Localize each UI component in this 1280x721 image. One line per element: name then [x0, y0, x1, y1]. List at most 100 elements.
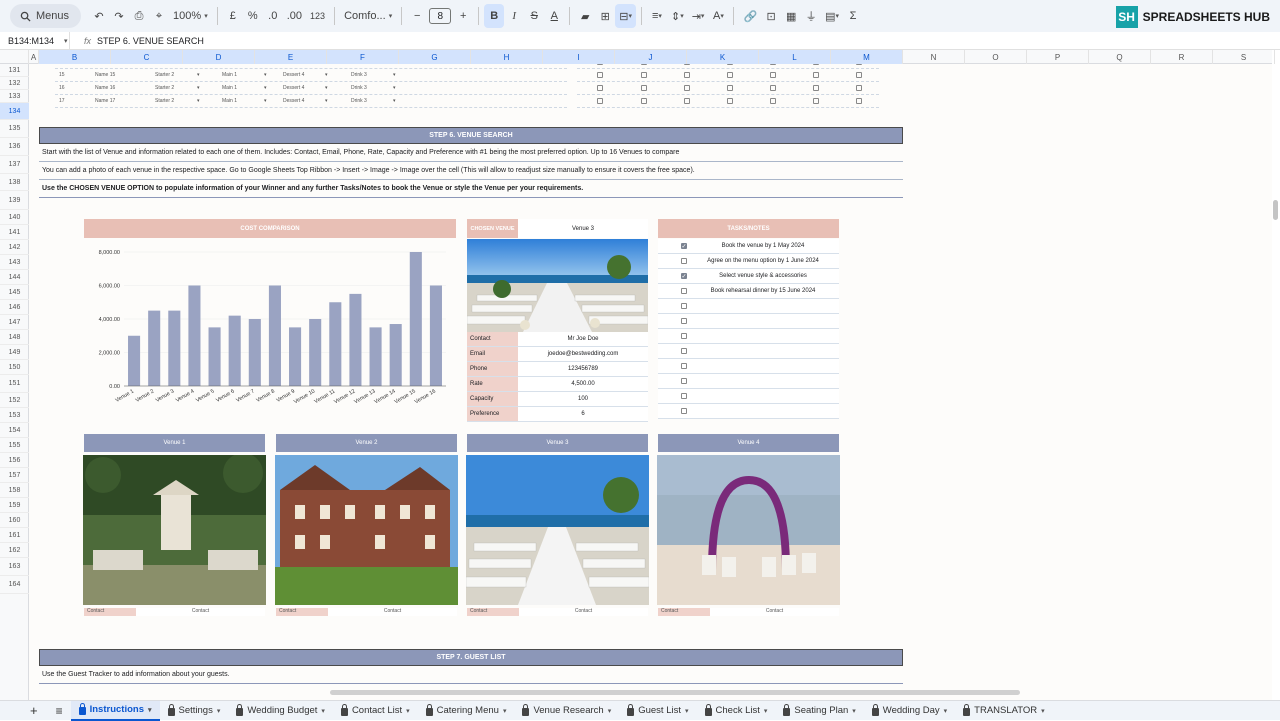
chevron-down-icon[interactable]: ▾: [406, 707, 410, 715]
tab-translator[interactable]: TRANSLATOR ▾: [955, 701, 1053, 721]
checkbox[interactable]: [597, 98, 603, 104]
column-header-g[interactable]: G: [399, 50, 471, 64]
detail-value[interactable]: joedoe@bestwedding.com: [518, 347, 648, 361]
chevron-down-icon[interactable]: ▾: [325, 85, 328, 91]
chevron-down-icon[interactable]: ▾: [325, 72, 328, 78]
currency-button[interactable]: £: [223, 4, 243, 28]
chevron-down-icon[interactable]: ▾: [393, 98, 396, 104]
row-header-142[interactable]: 142: [0, 240, 29, 255]
task-text[interactable]: Agree on the menu option by 1 June 2024: [687, 258, 839, 264]
tab-check-list[interactable]: Check List ▾: [697, 701, 776, 721]
link-icon[interactable]: 🔗: [739, 4, 761, 28]
row-header-157[interactable]: 157: [0, 468, 29, 483]
column-header-q[interactable]: Q: [1089, 50, 1151, 64]
row-header-137[interactable]: 137: [0, 156, 29, 174]
all-sheets-button[interactable]: ≡: [48, 701, 71, 721]
catering-main[interactable]: Main 1: [222, 98, 237, 104]
column-header-k[interactable]: K: [687, 50, 759, 64]
strikethrough-button[interactable]: S: [524, 4, 544, 28]
row-header-151[interactable]: 151: [0, 375, 29, 393]
filter-views-icon[interactable]: ▤ ▾: [821, 4, 843, 28]
chevron-down-icon[interactable]: ▾: [393, 72, 396, 78]
row-header-139[interactable]: 139: [0, 191, 29, 210]
checkbox[interactable]: [770, 64, 776, 65]
chevron-down-icon[interactable]: ▾: [264, 98, 267, 104]
row-header-146[interactable]: 146: [0, 300, 29, 315]
checkbox[interactable]: [856, 98, 862, 104]
task-checkbox[interactable]: [681, 408, 687, 414]
task-text[interactable]: Book rehearsal dinner by 15 June 2024: [687, 288, 839, 294]
column-header-r[interactable]: R: [1151, 50, 1213, 64]
row-header-148[interactable]: 148: [0, 330, 29, 345]
column-header-d[interactable]: D: [183, 50, 255, 64]
chevron-down-icon[interactable]: ▾: [321, 707, 325, 715]
venue-2-photo[interactable]: [275, 455, 458, 605]
checkbox[interactable]: [727, 64, 733, 65]
column-header-e[interactable]: E: [255, 50, 327, 64]
chevron-down-icon[interactable]: ▾: [393, 64, 396, 65]
checkbox[interactable]: [770, 72, 776, 78]
checkbox[interactable]: [813, 85, 819, 91]
row-header-140[interactable]: 140: [0, 210, 29, 225]
column-header-f[interactable]: F: [327, 50, 399, 64]
row-header-153[interactable]: 153: [0, 408, 29, 423]
undo-icon[interactable]: ↶: [89, 4, 109, 28]
row-header-143[interactable]: 143: [0, 255, 29, 270]
tab-contact-list[interactable]: Contact List ▾: [333, 701, 418, 721]
chevron-down-icon[interactable]: ▾: [944, 707, 948, 715]
font-size-increase-button[interactable]: +: [453, 4, 473, 28]
task-text[interactable]: Select venue style & accessories: [687, 273, 839, 279]
row-header-133[interactable]: 133: [0, 90, 29, 103]
checkbox[interactable]: [684, 72, 690, 78]
venue-3-photo[interactable]: [466, 455, 649, 605]
checkbox[interactable]: [597, 72, 603, 78]
task-checkbox[interactable]: [681, 378, 687, 384]
checkbox[interactable]: [641, 72, 647, 78]
step6-banner[interactable]: STEP 6. VENUE SEARCH: [39, 127, 903, 144]
checkbox[interactable]: [813, 64, 819, 65]
catering-drink[interactable]: Drink 3: [351, 85, 367, 91]
row-header-145[interactable]: 145: [0, 285, 29, 300]
row-header-164[interactable]: 164: [0, 576, 29, 594]
catering-main[interactable]: Main 1: [222, 72, 237, 78]
chosen-venue-value[interactable]: Venue 3: [518, 219, 648, 238]
column-header-o[interactable]: O: [965, 50, 1027, 64]
chevron-down-icon[interactable]: ▾: [503, 707, 507, 715]
print-icon[interactable]: ⎙: [129, 4, 149, 28]
checkbox[interactable]: [641, 98, 647, 104]
menus-search[interactable]: Menus: [10, 4, 82, 28]
add-sheet-button[interactable]: +: [0, 701, 48, 721]
select-all-corner[interactable]: [0, 50, 29, 64]
checkbox[interactable]: [770, 98, 776, 104]
detail-value[interactable]: 100: [518, 392, 648, 406]
chevron-down-icon[interactable]: ▾: [393, 85, 396, 91]
row-header-150[interactable]: 150: [0, 360, 29, 375]
chevron-down-icon[interactable]: ▾: [685, 707, 689, 715]
detail-value[interactable]: Mr Joe Doe: [518, 332, 648, 346]
column-header-j[interactable]: J: [615, 50, 687, 64]
row-header-135[interactable]: 135: [0, 120, 29, 138]
detail-value[interactable]: 123456789: [518, 362, 648, 376]
functions-icon[interactable]: Σ: [843, 4, 863, 28]
chevron-down-icon[interactable]: ▾: [264, 85, 267, 91]
tab-wedding-budget[interactable]: Wedding Budget ▾: [228, 701, 333, 721]
checkbox[interactable]: [856, 85, 862, 91]
row-header-163[interactable]: 163: [0, 558, 29, 576]
contact-value[interactable]: Contact: [710, 608, 839, 616]
row-header-132[interactable]: 132: [0, 77, 29, 90]
filter-icon[interactable]: ⏚: [801, 4, 821, 28]
chevron-down-icon[interactable]: ▾: [197, 64, 200, 65]
chevron-down-icon[interactable]: ▾: [217, 707, 221, 715]
chevron-down-icon[interactable]: ▾: [264, 72, 267, 78]
paint-format-icon[interactable]: ⌖: [149, 4, 169, 28]
checkbox[interactable]: [727, 85, 733, 91]
row-header-138[interactable]: 138: [0, 174, 29, 191]
horizontal-scrollbar[interactable]: [330, 690, 1020, 695]
decrease-decimal-button[interactable]: .0: [263, 4, 283, 28]
horizontal-align-icon[interactable]: ≡ ▾: [647, 4, 667, 28]
task-text[interactable]: Book the venue by 1 May 2024: [687, 243, 839, 249]
venue-4-photo[interactable]: [657, 455, 840, 605]
tab-settings[interactable]: Settings ▾: [160, 701, 229, 721]
chevron-down-icon[interactable]: ▾: [325, 98, 328, 104]
catering-starter[interactable]: Starter 2: [155, 98, 174, 104]
